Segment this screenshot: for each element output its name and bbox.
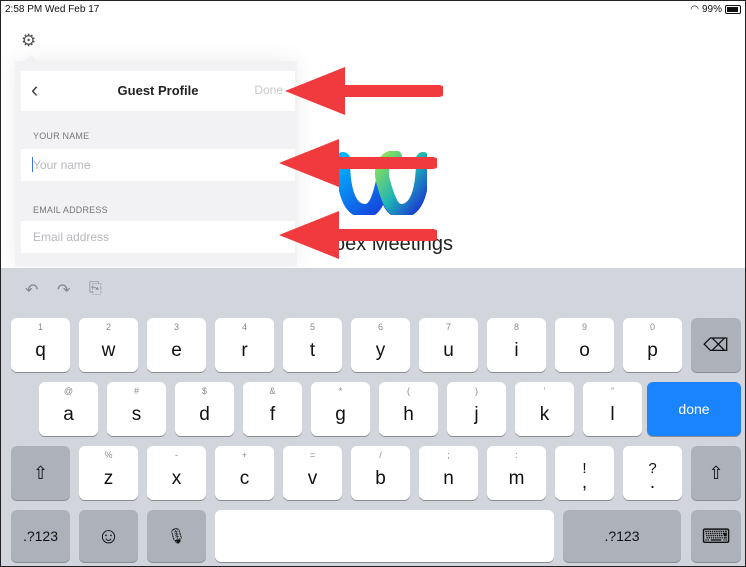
key-a[interactable]: @ a: [39, 382, 98, 436]
space-bar[interactable]: [215, 510, 554, 562]
email-section-label: EMAIL ADDRESS: [33, 205, 108, 215]
battery-icon: [725, 5, 741, 14]
key-r[interactable]: 4r: [215, 318, 274, 372]
gear-icon[interactable]: ⚙: [21, 31, 36, 51]
key-z[interactable]: % z: [79, 446, 138, 500]
key-i[interactable]: 8i: [487, 318, 546, 372]
guest-profile-popover: ‹ Guest Profile Done YOUR NAME EMAIL ADD…: [15, 55, 297, 266]
key-m[interactable]: :m: [487, 446, 546, 500]
annotation-arrow-email: [279, 211, 437, 259]
shift-key-left[interactable]: ⇧: [11, 446, 70, 500]
undo-icon[interactable]: ↶: [25, 280, 38, 300]
key-o[interactable]: 9o: [555, 318, 614, 372]
name-field[interactable]: [21, 149, 295, 181]
backspace-icon: ⌫: [703, 334, 729, 355]
shift-icon: ⇧: [708, 462, 724, 483]
numbers-key-left[interactable]: .?123: [11, 510, 70, 562]
done-button[interactable]: Done: [254, 83, 283, 97]
ipad-screen: 2:58 PM Wed Feb 17 ◠ 99% ⚙ bex Meetings …: [0, 0, 746, 567]
done-key[interactable]: done: [647, 382, 741, 436]
wifi-icon: ◠: [690, 4, 699, 15]
key-f[interactable]: & f: [243, 382, 302, 436]
paste-icon[interactable]: ⎘: [89, 280, 102, 298]
key-h[interactable]: (h: [379, 382, 438, 436]
key-g[interactable]: * g: [311, 382, 370, 436]
text-cursor: [32, 157, 33, 172]
microphone-icon: 🎙: [166, 528, 187, 545]
key-b[interactable]: / b: [351, 446, 410, 500]
popover-nav-bar: ‹ Guest Profile Done: [21, 71, 295, 111]
numbers-key-right[interactable]: .?123: [563, 510, 681, 562]
annotation-arrow-done: [285, 67, 443, 115]
name-section-label: YOUR NAME: [33, 131, 90, 141]
status-time-date: 2:58 PM Wed Feb 17: [5, 4, 100, 15]
key-e[interactable]: 3e: [147, 318, 206, 372]
annotation-arrow-name: [279, 139, 437, 187]
key-q[interactable]: 1q: [11, 318, 70, 372]
key-j[interactable]: ) j: [447, 382, 506, 436]
key-u[interactable]: 7u: [419, 318, 478, 372]
hide-keyboard-key[interactable]: ⌨: [691, 510, 741, 562]
emoji-icon: ☺: [97, 523, 120, 548]
emoji-key[interactable]: ☺: [79, 510, 138, 562]
key-s[interactable]: # s: [107, 382, 166, 436]
shift-icon: ⇧: [32, 462, 49, 483]
dictation-key[interactable]: 🎙: [147, 510, 206, 562]
status-bar: 2:58 PM Wed Feb 17 ◠ 99%: [1, 1, 745, 19]
key-n[interactable]: ; n: [419, 446, 478, 500]
key-l[interactable]: ” l: [583, 382, 642, 436]
key-p[interactable]: 0p: [623, 318, 682, 372]
status-right: ◠ 99%: [690, 4, 741, 15]
email-field[interactable]: [21, 221, 295, 253]
key-v[interactable]: = v: [283, 446, 342, 500]
key-period[interactable]: ?.: [623, 446, 682, 500]
shift-key-right[interactable]: ⇧: [691, 446, 741, 500]
keyboard-shortcut-bar: ↶ ↷ ⎘: [1, 268, 745, 312]
key-t[interactable]: 5t: [283, 318, 342, 372]
battery-percent: 99%: [701, 4, 722, 15]
key-comma[interactable]: !,: [555, 446, 614, 500]
key-y[interactable]: 6y: [351, 318, 410, 372]
keyboard-dismiss-icon: ⌨: [701, 525, 731, 548]
key-k[interactable]: ’ k: [515, 382, 574, 436]
key-x[interactable]: -x: [147, 446, 206, 500]
key-d[interactable]: $ d: [175, 382, 234, 436]
backspace-key[interactable]: ⌫: [691, 318, 741, 372]
key-c[interactable]: + c: [215, 446, 274, 500]
key-w[interactable]: 2w: [79, 318, 138, 372]
redo-icon[interactable]: ↷: [57, 280, 70, 300]
onscreen-keyboard: ↶ ↷ ⎘ 1q 2w 3e 4r 5t 6y 7u 8i 9o 0p ⌫ @ a…: [1, 268, 745, 566]
